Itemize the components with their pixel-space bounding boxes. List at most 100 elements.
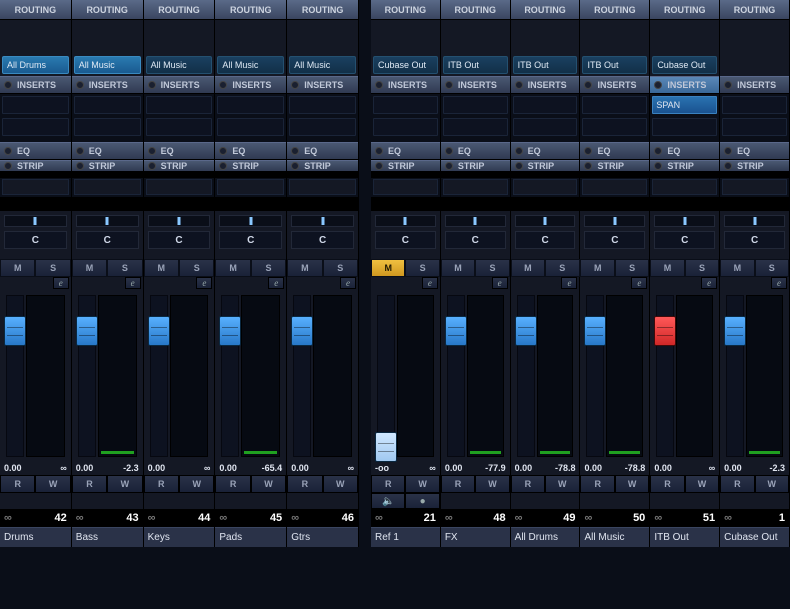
automation-write-button[interactable]: W <box>755 475 789 493</box>
automation-read-button[interactable]: R <box>144 475 179 493</box>
channel-name[interactable]: Bass <box>72 527 143 547</box>
peak-value[interactable]: -65.4 <box>262 463 283 473</box>
automation-write-button[interactable]: W <box>615 475 649 493</box>
automation-write-button[interactable]: W <box>251 475 286 493</box>
mute-button[interactable]: M <box>0 259 35 277</box>
solo-button[interactable]: S <box>251 259 286 277</box>
insert-slot[interactable] <box>373 118 438 136</box>
fader-db-value[interactable]: 0.00 <box>148 463 166 473</box>
routing-header[interactable]: ROUTING <box>511 0 580 20</box>
automation-write-button[interactable]: W <box>107 475 142 493</box>
peak-value[interactable]: -78.8 <box>625 463 646 473</box>
fader-db-value[interactable]: 0.00 <box>219 463 237 473</box>
pan-control[interactable]: C <box>375 231 436 249</box>
mute-button[interactable]: M <box>511 259 545 277</box>
solo-button[interactable]: S <box>323 259 358 277</box>
edit-channel-button[interactable]: e <box>422 277 438 289</box>
fader-handle[interactable] <box>148 316 170 346</box>
strip-header[interactable]: STRIP <box>144 160 215 172</box>
insert-slot[interactable] <box>443 96 508 114</box>
strip-header[interactable]: STRIP <box>650 160 719 172</box>
insert-slot[interactable] <box>217 96 284 114</box>
eq-header[interactable]: EQ <box>580 142 649 160</box>
send-slot[interactable] <box>652 179 717 195</box>
peak-value[interactable]: -2.3 <box>769 463 785 473</box>
eq-header[interactable]: EQ <box>72 142 143 160</box>
edit-channel-button[interactable]: e <box>771 277 787 289</box>
link-icon[interactable]: ∞ <box>584 512 592 524</box>
insert-slot[interactable] <box>217 118 284 136</box>
pan-control[interactable]: C <box>219 231 282 249</box>
inserts-header[interactable]: INSERTS <box>580 76 649 94</box>
automation-read-button[interactable]: R <box>287 475 322 493</box>
fader-handle[interactable] <box>291 316 313 346</box>
insert-slot[interactable] <box>513 118 578 136</box>
inserts-header[interactable]: INSERTS <box>0 76 71 94</box>
link-icon[interactable]: ∞ <box>654 512 662 524</box>
routing-header[interactable]: ROUTING <box>144 0 215 20</box>
automation-read-button[interactable]: R <box>580 475 614 493</box>
pan-control[interactable]: C <box>148 231 211 249</box>
insert-slot[interactable] <box>2 96 69 114</box>
fader-handle[interactable] <box>515 316 537 346</box>
edit-channel-button[interactable]: e <box>631 277 647 289</box>
send-slot[interactable] <box>289 179 356 195</box>
pan-control[interactable]: C <box>291 231 354 249</box>
strip-header[interactable]: STRIP <box>511 160 580 172</box>
strip-header[interactable]: STRIP <box>72 160 143 172</box>
routing-header[interactable]: ROUTING <box>720 0 789 20</box>
automation-read-button[interactable]: R <box>720 475 754 493</box>
edit-channel-button[interactable]: e <box>561 277 577 289</box>
routing-header[interactable]: ROUTING <box>72 0 143 20</box>
fader-track[interactable] <box>6 295 24 457</box>
insert-slot[interactable] <box>582 96 647 114</box>
fader-db-value[interactable]: 0.00 <box>291 463 309 473</box>
insert-slot[interactable] <box>289 118 356 136</box>
insert-slot[interactable] <box>74 96 141 114</box>
send-slot[interactable] <box>443 179 508 195</box>
send-slot[interactable] <box>513 179 578 195</box>
mute-button[interactable]: M <box>580 259 614 277</box>
automation-write-button[interactable]: W <box>405 475 439 493</box>
peak-value[interactable]: ∞ <box>348 463 354 473</box>
fader-db-value[interactable]: 0.00 <box>724 463 742 473</box>
inserts-header[interactable]: INSERTS <box>720 76 789 94</box>
fader-handle[interactable] <box>375 432 397 462</box>
routing-header[interactable]: ROUTING <box>215 0 286 20</box>
channel-name[interactable]: Cubase Out <box>720 527 789 547</box>
channel-name[interactable]: ITB Out <box>650 527 719 547</box>
channel-name[interactable]: Drums <box>0 527 71 547</box>
pan-control[interactable]: C <box>724 231 785 249</box>
inserts-header[interactable]: INSERTS <box>650 76 719 94</box>
fader-db-value[interactable]: 0.00 <box>515 463 533 473</box>
routing-output-slot[interactable]: Cubase Out <box>373 56 438 74</box>
routing-output-slot[interactable]: All Music <box>74 56 141 74</box>
eq-header[interactable]: EQ <box>371 142 440 160</box>
fader-db-value[interactable]: -oo <box>375 463 389 473</box>
strip-header[interactable]: STRIP <box>371 160 440 172</box>
pan-control[interactable]: C <box>76 231 139 249</box>
fader-handle[interactable] <box>654 316 676 346</box>
automation-read-button[interactable]: R <box>441 475 475 493</box>
insert-slot[interactable] <box>289 96 356 114</box>
channel-name[interactable]: Pads <box>215 527 286 547</box>
inserts-header[interactable]: INSERTS <box>441 76 510 94</box>
fader-track[interactable] <box>586 295 604 457</box>
strip-header[interactable]: STRIP <box>441 160 510 172</box>
channel-name[interactable]: FX <box>441 527 510 547</box>
solo-button[interactable]: S <box>615 259 649 277</box>
routing-output-slot[interactable]: All Drums <box>2 56 69 74</box>
solo-button[interactable]: S <box>755 259 789 277</box>
solo-button[interactable]: S <box>685 259 719 277</box>
peak-value[interactable]: ∞ <box>709 463 715 473</box>
automation-write-button[interactable]: W <box>545 475 579 493</box>
automation-read-button[interactable]: R <box>0 475 35 493</box>
automation-read-button[interactable]: R <box>371 475 405 493</box>
edit-channel-button[interactable]: e <box>125 277 141 289</box>
automation-write-button[interactable]: W <box>323 475 358 493</box>
edit-channel-button[interactable]: e <box>340 277 356 289</box>
eq-header[interactable]: EQ <box>441 142 510 160</box>
pan-control[interactable]: C <box>4 231 67 249</box>
fader-handle[interactable] <box>219 316 241 346</box>
routing-output-slot[interactable]: Cubase Out <box>652 56 717 74</box>
